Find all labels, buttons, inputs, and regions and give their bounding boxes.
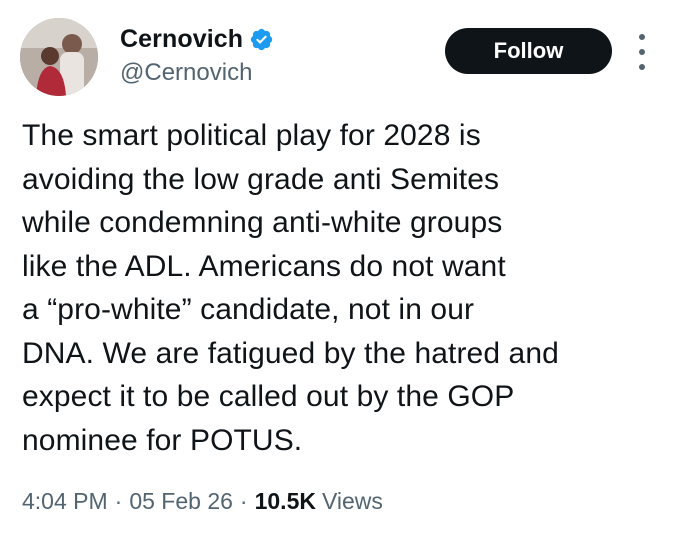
avatar[interactable] <box>20 18 98 96</box>
separator-dot: · <box>239 488 248 514</box>
tweet-meta: 4:04 PM · 05 Feb 26 · 10.5K Views <box>22 488 383 515</box>
tweet-date[interactable]: 05 Feb 26 <box>129 488 233 515</box>
tweet-text: The smart political play for 2028 is avo… <box>22 119 559 457</box>
name-row: Cernovich <box>120 22 274 56</box>
tweet-card: Cernovich @Cernovich Follow The smart po… <box>0 0 680 540</box>
display-name[interactable]: Cernovich <box>120 25 243 54</box>
more-options-icon[interactable] <box>630 34 654 70</box>
verified-badge-icon[interactable] <box>249 27 274 52</box>
separator-dot: · <box>114 488 123 514</box>
avatar-photo <box>20 18 98 96</box>
views-count[interactable]: 10.5K <box>255 488 316 515</box>
views-label[interactable]: Views <box>322 488 383 515</box>
author-block: Cernovich @Cernovich <box>120 22 274 87</box>
handle[interactable]: @Cernovich <box>120 59 274 87</box>
tweet-time[interactable]: 4:04 PM <box>22 488 108 515</box>
follow-button[interactable]: Follow <box>445 28 612 74</box>
